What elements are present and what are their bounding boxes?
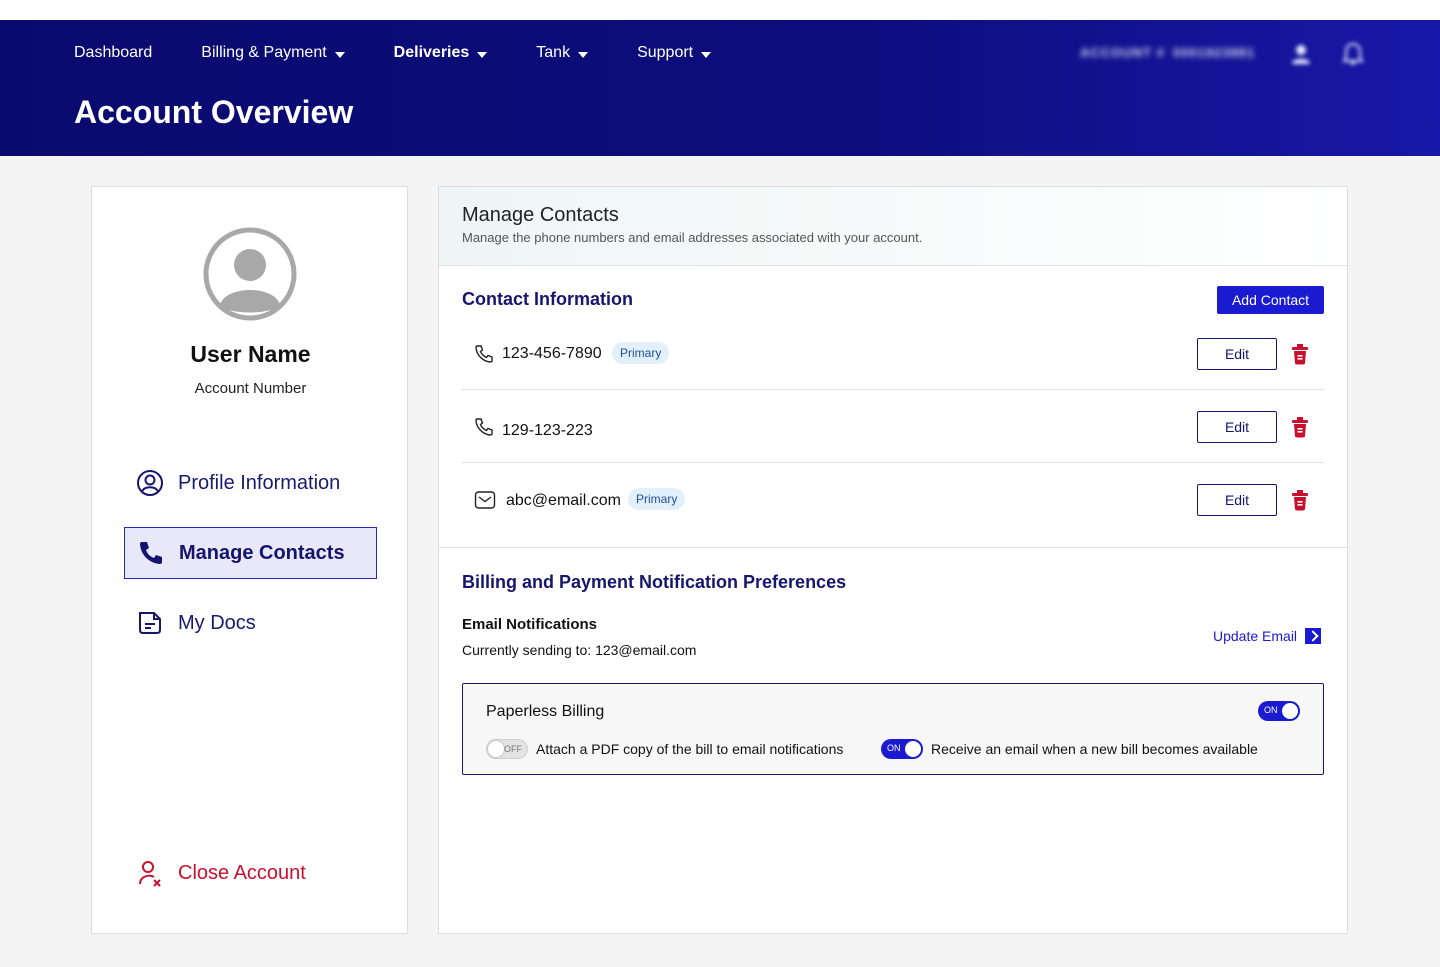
toggle-state-label: OFF [504,744,522,754]
edit-contact-button[interactable]: Edit [1197,411,1277,443]
account-label: ACCOUNT # [1080,45,1165,60]
avatar-icon [203,227,297,321]
currently-sending-text: Currently sending to: 123@email.com [462,642,697,658]
update-email-link[interactable]: Update Email [1213,628,1322,644]
user-name: User Name [190,341,311,367]
sidebar-item-label: Manage Contacts [179,541,345,564]
trash-icon[interactable] [1290,489,1310,511]
new-bill-email-label: Receive an email when a new bill becomes… [931,741,1258,757]
trash-icon[interactable] [1290,343,1310,365]
phone-icon [475,345,493,363]
paperless-billing-box: Paperless Billing ON OFF Attach a PDF co… [462,683,1324,775]
sidebar-item-label: My Docs [178,611,256,634]
profile-sidebar: User Name Account Number Profile Informa… [91,186,408,934]
caret-down-icon [477,51,488,58]
email-notifications-label: Email Notifications [462,616,598,633]
page-title: Account Overview [74,94,354,130]
nav-deliveries-label: Deliveries [393,44,470,61]
sidebar-item-my-docs[interactable]: My Docs [124,597,377,649]
user-remove-icon [139,861,161,887]
main-nav: Dashboard Billing & Payment Deliveries T… [74,44,760,62]
nav-billing-payment-label: Billing & Payment [201,44,327,61]
nav-dashboard[interactable]: Dashboard [74,44,152,62]
user-icon[interactable] [1290,42,1312,66]
contact-row: abc@email.com Primary Edit [462,463,1324,536]
account-number-value: 0001923881 [1172,45,1256,60]
account-number-label: Account Number [194,380,307,397]
billing-prefs-title: Billing and Payment Notification Prefere… [462,572,847,592]
account-number-display: ACCOUNT # 0001923881 [1080,45,1255,60]
document-icon [139,612,161,634]
toggle-state-label: ON [1264,705,1278,715]
contact-row: 123-456-7890 Primary Edit [462,317,1324,390]
sidebar-item-manage-contacts[interactable]: Manage Contacts [124,527,377,579]
contact-value: 129-123-223 [502,422,593,439]
paperless-billing-toggle[interactable]: ON [1258,701,1300,721]
edit-contact-button[interactable]: Edit [1197,338,1277,370]
sidebar-item-profile-information[interactable]: Profile Information [124,457,377,509]
add-contact-button[interactable]: Add Contact [1217,286,1324,314]
close-account-link[interactable]: Close Account [124,847,377,899]
manage-contacts-panel: Manage Contacts Manage the phone numbers… [438,186,1348,934]
toggle-knob [488,741,504,757]
phone-icon [475,418,493,436]
close-account-label: Close Account [178,861,306,884]
panel-subtitle: Manage the phone numbers and email addre… [462,230,923,245]
nav-billing-payment[interactable]: Billing & Payment [201,44,345,62]
chevron-right-icon [1305,628,1322,644]
edit-contact-button[interactable]: Edit [1197,484,1277,516]
attach-pdf-toggle[interactable]: OFF [486,739,528,759]
primary-badge: Primary [628,488,686,510]
new-bill-email-toggle[interactable]: ON [881,739,923,759]
nav-dashboard-label: Dashboard [74,44,153,61]
contact-row: 129-123-223 Edit [462,390,1324,463]
sidebar-item-label: Profile Information [178,471,341,494]
trash-icon[interactable] [1290,416,1310,438]
nav-tank[interactable]: Tank [536,44,589,62]
phone-icon [140,542,162,564]
contact-value: 123-456-7890 [502,345,602,362]
caret-down-icon [578,51,589,58]
top-strip [0,0,1440,20]
update-email-label: Update Email [1213,628,1298,644]
nav-support[interactable]: Support [637,44,712,62]
nav-deliveries[interactable]: Deliveries [394,44,488,62]
toggle-state-label: ON [887,743,901,753]
panel-header: Manage Contacts Manage the phone numbers… [439,187,1347,266]
paperless-billing-title: Paperless Billing [486,703,605,720]
caret-down-icon [334,51,345,58]
nav-support-label: Support [637,44,694,61]
nav-tank-label: Tank [536,44,571,61]
attach-pdf-label: Attach a PDF copy of the bill to email n… [536,741,844,757]
top-header: Dashboard Billing & Payment Deliveries T… [0,20,1440,156]
section-divider [439,547,1347,548]
toggle-knob [1282,703,1298,719]
primary-badge: Primary [612,342,670,364]
caret-down-icon [701,51,712,58]
panel-title: Manage Contacts [462,204,619,226]
contact-value: abc@email.com [506,492,621,509]
bell-icon[interactable] [1342,42,1364,66]
email-icon [474,491,496,509]
contact-information-title: Contact Information [462,289,633,309]
user-circle-icon [137,470,163,496]
toggle-knob [905,741,921,757]
